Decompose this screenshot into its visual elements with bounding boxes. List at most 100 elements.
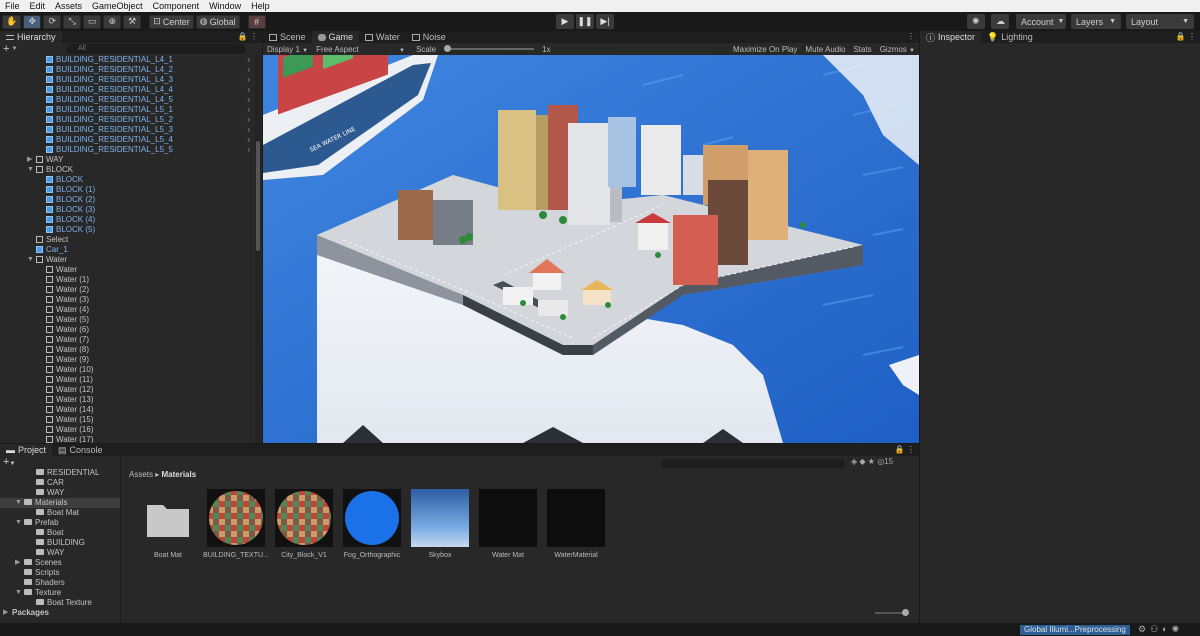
tab-inspector[interactable]: ⓘ Inspector xyxy=(920,31,982,43)
asset-item[interactable]: Boat Mat xyxy=(134,489,202,559)
tab-lighting[interactable]: 💡 Lighting xyxy=(981,31,1039,43)
rect-tool-icon[interactable]: ▭ xyxy=(83,14,102,29)
hierarchy-row[interactable]: Water (16) xyxy=(0,425,254,435)
gizmos-dropdown[interactable]: Gizmos ▼ xyxy=(876,45,919,54)
expand-open-icon[interactable]: ▼ xyxy=(27,165,34,175)
hierarchy-row[interactable]: Water (12) xyxy=(0,385,254,395)
pause-button[interactable]: ❚❚ xyxy=(576,14,594,29)
hierarchy-row[interactable]: BUILDING_RESIDENTIAL_L4_5 › xyxy=(0,95,254,105)
lock-menu-icon[interactable]: 🔒 ⋮ xyxy=(238,32,258,41)
step-button[interactable]: ▶| xyxy=(596,14,614,29)
hierarchy-row[interactable]: BUILDING_RESIDENTIAL_L5_1 › xyxy=(0,105,254,115)
project-tree-item[interactable]: Boat Mat xyxy=(0,508,120,518)
menu-edit[interactable]: Edit xyxy=(25,1,51,11)
hierarchy-row[interactable]: Water (7) xyxy=(0,335,254,345)
hierarchy-row[interactable]: Water (11) xyxy=(0,375,254,385)
grid-snap-icon[interactable]: # xyxy=(247,14,266,29)
scale-slider-thumb[interactable] xyxy=(444,45,452,52)
hierarchy-row[interactable]: Water (9) xyxy=(0,355,254,365)
hierarchy-row[interactable]: BUILDING_RESIDENTIAL_L5_2 › xyxy=(0,115,254,125)
hierarchy-row[interactable]: Water (6) xyxy=(0,325,254,335)
hierarchy-row[interactable]: Water xyxy=(0,265,254,275)
project-tree-item[interactable]: RESIDENTIAL xyxy=(0,468,120,478)
hierarchy-row[interactable]: BUILDING_RESIDENTIAL_L4_4 › xyxy=(0,85,254,95)
hand-tool-icon[interactable]: ✋ xyxy=(2,14,22,29)
add-asset-icon[interactable]: +▼ xyxy=(3,456,15,468)
project-tree-item[interactable]: Boat xyxy=(0,528,120,538)
menu-file[interactable]: File xyxy=(0,1,25,11)
open-prefab-chevron-icon[interactable]: › xyxy=(247,135,250,145)
project-tree-item[interactable]: ▶ Packages xyxy=(0,608,120,618)
tab-scene[interactable]: Scene xyxy=(263,31,312,43)
hierarchy-row[interactable]: ▼ BLOCK xyxy=(0,165,254,175)
project-tree-item[interactable]: BUILDING xyxy=(0,538,120,548)
network-icon[interactable]: ⚇ xyxy=(1150,624,1162,634)
project-tree-item[interactable]: Scripts xyxy=(0,568,120,578)
mute-audio-toggle[interactable]: Mute Audio xyxy=(801,45,849,54)
hierarchy-row[interactable]: BUILDING_RESIDENTIAL_L4_2 › xyxy=(0,65,254,75)
hierarchy-row[interactable]: BLOCK xyxy=(0,175,254,185)
hierarchy-row[interactable]: ▼ Water xyxy=(0,255,254,265)
play-button[interactable]: ▶ xyxy=(556,14,574,29)
project-tree-item[interactable]: WAY xyxy=(0,548,120,558)
expand-open-icon[interactable]: ▼ xyxy=(15,498,22,508)
menu-window[interactable]: Window xyxy=(204,1,246,11)
project-tree-item[interactable]: ▼ Materials xyxy=(0,498,120,508)
lock-menu-icon[interactable]: 🔒 ⋮ xyxy=(1176,32,1196,41)
open-prefab-chevron-icon[interactable]: › xyxy=(247,145,250,155)
open-prefab-chevron-icon[interactable]: › xyxy=(247,115,250,125)
hierarchy-row[interactable]: Water (3) xyxy=(0,295,254,305)
custom-tool-icon[interactable]: ⚒ xyxy=(123,14,142,29)
tab-console[interactable]: ▤ Console xyxy=(52,444,109,456)
hierarchy-row[interactable]: Water (13) xyxy=(0,395,254,405)
expand-closed-icon[interactable]: ▶ xyxy=(27,155,32,165)
hierarchy-row[interactable]: Water (2) xyxy=(0,285,254,295)
cloud-icon[interactable]: ☁ xyxy=(991,14,1009,29)
expand-closed-icon[interactable]: ▶ xyxy=(15,558,20,568)
menu-assets[interactable]: Assets xyxy=(50,1,87,11)
asset-item[interactable]: Skybox xyxy=(406,489,474,559)
project-search-input[interactable] xyxy=(661,459,845,468)
hierarchy-row[interactable]: BUILDING_RESIDENTIAL_L5_3 › xyxy=(0,125,254,135)
rotate-tool-icon[interactable]: ⟳ xyxy=(43,14,62,29)
hierarchy-row[interactable]: Water (17) xyxy=(0,435,254,443)
project-tree-item[interactable]: Boat Texture xyxy=(0,598,120,608)
hierarchy-row[interactable]: BLOCK (2) xyxy=(0,195,254,205)
hierarchy-row[interactable]: BUILDING_RESIDENTIAL_L5_5 › xyxy=(0,145,254,155)
hierarchy-row[interactable]: Water (1) xyxy=(0,275,254,285)
stats-toggle[interactable]: Stats xyxy=(849,45,875,54)
debug-icon[interactable]: ⚙ xyxy=(1138,624,1150,634)
scale-tool-icon[interactable]: ⤡ xyxy=(63,14,82,29)
hierarchy-row[interactable]: Water (10) xyxy=(0,365,254,375)
cache-icon[interactable]: ◐ xyxy=(1162,624,1171,634)
panel-menu-icon[interactable]: ⋮ xyxy=(907,32,915,41)
expand-open-icon[interactable]: ▼ xyxy=(15,518,22,528)
filter-type-icon[interactable]: ◈ xyxy=(851,457,857,466)
project-tree-item[interactable]: ▼ Texture xyxy=(0,588,120,598)
display-dropdown[interactable]: Display 1 ▼ xyxy=(263,45,312,54)
filter-label-icon[interactable]: ◆ xyxy=(859,457,865,466)
asset-item[interactable]: City_Block_V1 xyxy=(270,489,338,559)
expand-open-icon[interactable]: ▼ xyxy=(15,588,22,598)
icon-size-slider-thumb[interactable] xyxy=(902,609,909,616)
icon-size-slider[interactable] xyxy=(875,609,909,616)
hierarchy-row[interactable]: BLOCK (4) xyxy=(0,215,254,225)
aspect-dropdown[interactable]: Free Aspect ▼ xyxy=(312,45,412,54)
transform-tool-icon[interactable]: ⊕ xyxy=(103,14,122,29)
menu-component[interactable]: Component xyxy=(148,1,205,11)
hierarchy-row[interactable]: ▶ WAY xyxy=(0,155,254,165)
hierarchy-row[interactable]: BUILDING_RESIDENTIAL_L4_1 › xyxy=(0,55,254,65)
pivot-global-button[interactable]: ◍ Global xyxy=(195,14,240,29)
tab-noise[interactable]: Noise xyxy=(406,31,452,43)
project-tree-item[interactable]: CAR xyxy=(0,478,120,488)
game-viewport[interactable]: SEA WATER LINE xyxy=(263,55,919,443)
maximize-on-play-toggle[interactable]: Maximize On Play xyxy=(729,45,801,54)
hierarchy-row[interactable]: BUILDING_RESIDENTIAL_L4_3 › xyxy=(0,75,254,85)
hierarchy-row[interactable]: BLOCK (5) xyxy=(0,225,254,235)
hierarchy-row[interactable]: BLOCK (1) xyxy=(0,185,254,195)
layout-dropdown[interactable]: Layout ▼ xyxy=(1126,14,1194,29)
tab-project[interactable]: ▬ Project xyxy=(0,444,53,456)
hierarchy-row[interactable]: Car_1 xyxy=(0,245,254,255)
move-tool-icon[interactable]: ✥ xyxy=(23,14,42,29)
expand-closed-icon[interactable]: ▶ xyxy=(3,608,8,618)
